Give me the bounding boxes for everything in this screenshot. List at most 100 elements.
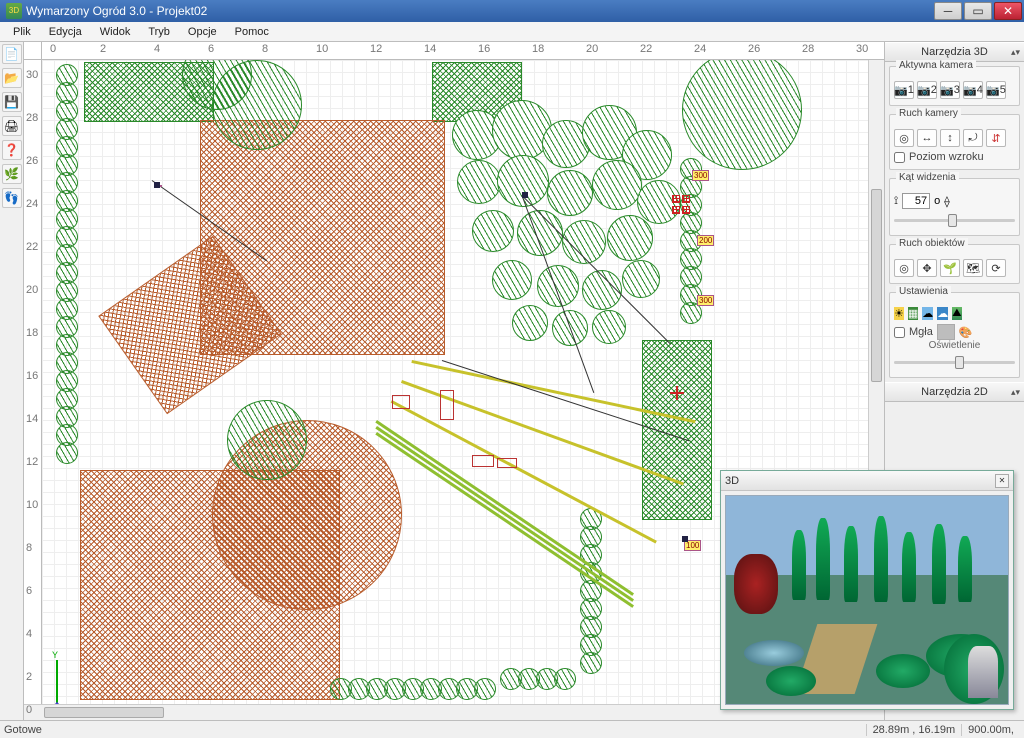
ruler-h-tick: 14 <box>424 43 436 55</box>
sun-button[interactable]: ☀ <box>894 307 904 320</box>
object-marker[interactable] <box>672 195 680 203</box>
tool-save[interactable]: 💾 <box>2 92 22 112</box>
camera-5-button[interactable]: 📷5 <box>986 81 1006 99</box>
group-legend: Ruch kamery <box>896 108 961 119</box>
fog-check[interactable]: Mgła <box>894 326 933 338</box>
tilt-button[interactable]: ↕ <box>940 129 960 147</box>
fov-wide-button[interactable]: ⟠ <box>944 195 949 208</box>
orbit-button[interactable]: ◎ <box>894 129 914 147</box>
ruler-v-tick: 0 <box>26 704 32 716</box>
ruler-v-tick: 16 <box>26 370 38 382</box>
menu-tryb[interactable]: Tryb <box>139 24 179 40</box>
preview-close-button[interactable]: ✕ <box>995 474 1009 488</box>
maximize-button[interactable]: ▭ <box>964 2 992 20</box>
fog-color-swatch[interactable] <box>937 324 955 340</box>
group-settings: Ustawienia ☀ ▦ ☁ ☁ ⛰ Mgła 🎨 Oświetlenie <box>889 292 1020 378</box>
pan-button[interactable]: ↔ <box>917 129 937 147</box>
ruler-v-tick: 4 <box>26 628 32 640</box>
obj-rotate-button[interactable]: ⟳ <box>986 259 1006 277</box>
node-handle[interactable] <box>682 536 688 542</box>
preview-3d-window[interactable]: 3D ✕ <box>720 470 1014 710</box>
camera-3-button[interactable]: 📷3 <box>940 81 960 99</box>
obj-plant-button[interactable]: 🌱 <box>940 259 960 277</box>
ruler-v-tick: 12 <box>26 456 38 468</box>
hedge-curve[interactable] <box>582 510 600 672</box>
hedge-curve2[interactable] <box>502 670 574 688</box>
ground-button[interactable]: ▦ <box>908 307 918 320</box>
ruler-corner <box>24 42 42 59</box>
ruler-v-tick: 14 <box>26 413 38 425</box>
lighting-slider[interactable] <box>894 353 1015 371</box>
ruler-v-tick: 2 <box>26 671 32 683</box>
hedge-left[interactable] <box>58 66 76 462</box>
tool-walk[interactable]: 👣 <box>2 188 22 208</box>
close-button[interactable]: ✕ <box>994 2 1022 20</box>
ruler-v-tick: 30 <box>26 69 38 81</box>
object-marker[interactable] <box>682 206 690 214</box>
ruler-h-tick: 6 <box>208 43 214 55</box>
rotate-button[interactable]: ⤾ <box>963 129 983 147</box>
panel-2d-title: Narzędzia 2D <box>921 386 988 398</box>
furniture[interactable] <box>440 390 454 420</box>
ruler-v-tick: 20 <box>26 284 38 296</box>
menu-edycja[interactable]: Edycja <box>40 24 91 40</box>
building-lower[interactable] <box>80 470 340 700</box>
panel-2d-header[interactable]: Narzędzia 2D ▴▾ <box>885 382 1024 402</box>
furniture[interactable] <box>497 458 517 468</box>
camera-1-button[interactable]: 📷1 <box>894 81 914 99</box>
group-legend: Kąt widzenia <box>896 172 959 183</box>
camera-4-button[interactable]: 📷4 <box>963 81 983 99</box>
preview-3d-header[interactable]: 3D ✕ <box>721 471 1013 491</box>
object-marker[interactable] <box>682 195 690 203</box>
fog-checkbox[interactable] <box>894 327 905 338</box>
obj-move-button[interactable]: ✥ <box>917 259 937 277</box>
tool-help[interactable]: ❓ <box>2 140 22 160</box>
fov-narrow-button[interactable]: ⟟ <box>894 195 898 208</box>
collapse-icon[interactable]: ▴▾ <box>1011 47 1020 58</box>
node-handle[interactable] <box>154 182 160 188</box>
hedge-bottom[interactable] <box>332 680 494 698</box>
status-bar: Gotowe 28.89m , 16.19m 900.00m, <box>0 720 1024 738</box>
distance-marker[interactable]: 300 <box>697 295 714 306</box>
ruler-h-tick: 2 <box>100 43 106 55</box>
furniture[interactable] <box>392 395 410 409</box>
camera-2-button[interactable]: 📷2 <box>917 81 937 99</box>
ruler-v-tick: 18 <box>26 327 38 339</box>
menu-widok[interactable]: Widok <box>91 24 140 40</box>
menu-pomoc[interactable]: Pomoc <box>226 24 278 40</box>
tool-plant[interactable]: 🌿 <box>2 164 22 184</box>
eye-level-label: Poziom wzroku <box>909 151 984 163</box>
sky2-button[interactable]: ☁ <box>937 307 948 320</box>
fov-input[interactable] <box>902 193 930 209</box>
eye-level-checkbox[interactable] <box>894 152 905 163</box>
obj-select-button[interactable]: ◎ <box>894 259 914 277</box>
group-legend: Ustawienia <box>896 286 951 297</box>
eye-level-check[interactable]: Poziom wzroku <box>894 151 1015 163</box>
sky1-button[interactable]: ☁ <box>922 307 933 320</box>
object-marker[interactable] <box>672 206 680 214</box>
height-button[interactable]: ⇵ <box>986 129 1006 147</box>
panel-3d-header[interactable]: Narzędzia 3D ▴▾ <box>885 42 1024 62</box>
lawn-patch[interactable] <box>642 340 712 520</box>
tool-print[interactable]: 🖨 <box>2 116 22 136</box>
label: 5 <box>1000 84 1006 96</box>
collapse-icon[interactable]: ▴▾ <box>1011 387 1020 398</box>
landscape-button[interactable]: ⛰ <box>952 307 961 320</box>
minimize-button[interactable]: ─ <box>934 2 962 20</box>
tree[interactable] <box>227 400 307 480</box>
furniture[interactable] <box>472 455 494 467</box>
distance-marker[interactable]: 300 <box>692 170 709 181</box>
menu-opcje[interactable]: Opcje <box>179 24 226 40</box>
fov-slider[interactable] <box>894 211 1015 229</box>
distance-marker[interactable]: 200 <box>697 235 714 246</box>
menu-plik[interactable]: Plik <box>4 24 40 40</box>
group-object-move: Ruch obiektów ◎ ✥ 🌱 🗺 ⟳ <box>889 244 1020 284</box>
tool-new[interactable]: 📄 <box>2 44 22 64</box>
obj-terrain-button[interactable]: 🗺 <box>963 259 983 277</box>
tool-open[interactable]: 📂 <box>2 68 22 88</box>
node-handle[interactable] <box>522 192 528 198</box>
shrub-cluster[interactable] <box>452 100 692 360</box>
label: 1 <box>908 84 914 96</box>
preview-3d-scene[interactable] <box>725 495 1009 705</box>
fog-settings-button[interactable]: 🎨 <box>959 326 973 339</box>
